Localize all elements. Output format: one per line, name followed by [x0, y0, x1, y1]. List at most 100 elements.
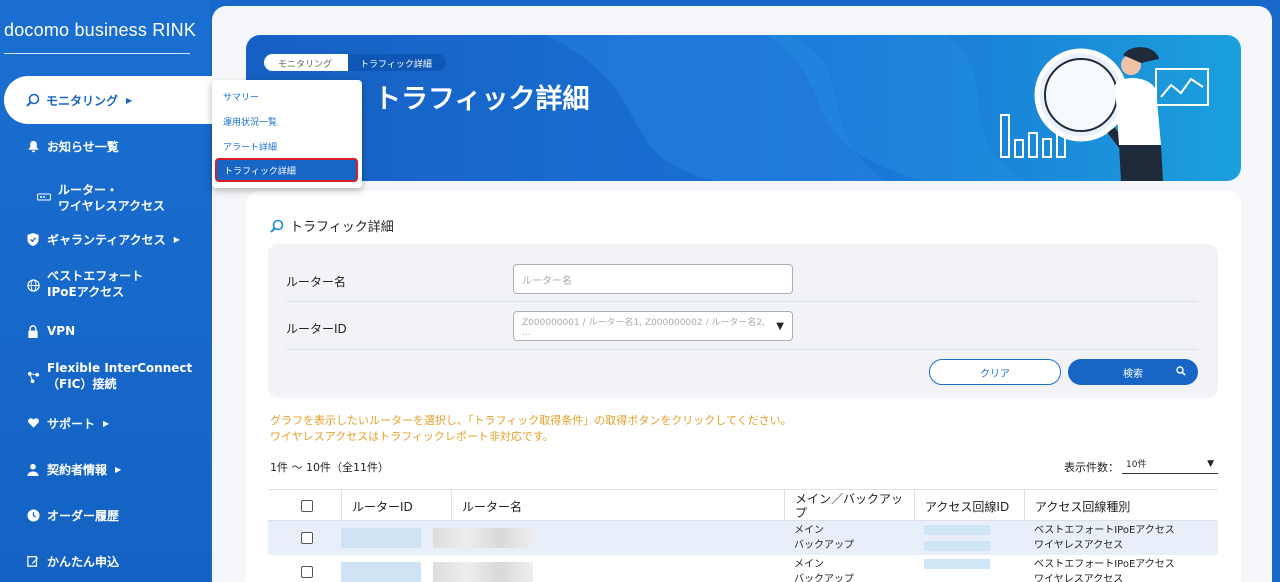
sidebar-item-order-history[interactable]: オーダー履歴: [25, 506, 235, 524]
access-line-id-redacted: [924, 559, 990, 569]
router-name-label: ルーター名: [286, 275, 347, 289]
select-all-checkbox[interactable]: [301, 500, 313, 512]
router-name-redacted: [433, 528, 533, 548]
traffic-detail-card: トラフィック詳細 ルーター名 ルーター名 ルーターID Z000000001 /…: [246, 191, 1241, 582]
sidebar-item-label-2: （FIC）接続: [47, 377, 117, 391]
page-title: トラフィック詳細: [374, 84, 590, 115]
table-row[interactable]: メイン バックアップ ベストエフォートIPoEアクセス ワイヤレスアクセス: [268, 521, 1218, 555]
sidebar-item-label: サポート: [47, 416, 96, 431]
card-title-text: トラフィック詳細: [290, 220, 394, 235]
access-line-id-redacted: [924, 525, 990, 535]
header-main-backup[interactable]: メイン／バックアップ: [784, 490, 914, 522]
sidebar-item-label: ギャランティアクセス: [47, 232, 166, 247]
breadcrumb: モニタリング トラフィック詳細: [264, 54, 446, 71]
access-line-id-redacted: [924, 541, 990, 551]
analytics-illustration: [1000, 47, 1209, 181]
router-id-redacted[interactable]: [341, 562, 421, 582]
notice-line-2: ワイヤレスアクセスはトラフィックレポート非対応です。: [270, 430, 554, 443]
router-table: ルーターID ルーター名 メイン／バックアップ アクセス回線ID アクセス回線種…: [268, 489, 1218, 582]
sidebar-item-label: Flexible InterConnect: [47, 361, 193, 375]
per-page-value: 10件: [1126, 460, 1147, 470]
sidebar-item-vpn[interactable]: VPN: [25, 322, 235, 340]
sidebar-item-label-2: IPoEアクセス: [47, 285, 125, 299]
chevron-right-icon: ▶: [103, 418, 110, 428]
filter-row-router-id: ルーターID Z000000001 / ルーター名1, Z000000002 /…: [286, 302, 1198, 350]
access-line-type: ワイヤレスアクセス: [1034, 540, 1124, 551]
chevron-right-icon: ▶: [126, 95, 133, 105]
per-page-label: 表示件数：: [1064, 461, 1119, 474]
sidebar-item-contract[interactable]: 契約者情報 ▶: [25, 460, 235, 478]
sidebar-item-support[interactable]: サポート ▶: [25, 414, 235, 432]
router-id-redacted[interactable]: [341, 528, 421, 548]
monitoring-submenu: サマリー 運用状況一覧 アラート詳細 トラフィック詳細: [212, 80, 362, 188]
card-title: トラフィック詳細: [270, 216, 394, 235]
header-access-line-id[interactable]: アクセス回線ID: [914, 490, 1024, 522]
table-row[interactable]: メイン バックアップ ベストエフォートIPoEアクセス ワイヤレスアクセス: [268, 555, 1218, 582]
backup-label: バックアップ: [794, 574, 854, 582]
caret-down-icon: ▼: [776, 320, 784, 332]
sidebar-item-label: 契約者情報: [47, 462, 108, 477]
sidebar-item-label: ルーター・: [58, 183, 119, 197]
router-id-label: ルーターID: [286, 322, 347, 336]
brand-divider: [4, 53, 190, 54]
heart-hand-icon: [25, 415, 41, 431]
sidebar-item-fic[interactable]: Flexible InterConnect （FIC）接続: [25, 360, 235, 394]
monitoring-search-icon: [270, 219, 284, 233]
result-count: 1件 〜 10件（全11件）: [270, 461, 389, 474]
globe-icon: [25, 277, 41, 293]
main-label: メイン: [794, 525, 824, 536]
sidebar-item-label: モニタリング: [46, 93, 119, 108]
access-line-type: ベストエフォートIPoEアクセス: [1034, 525, 1175, 536]
submenu-item-operation-status[interactable]: 運用状況一覧: [223, 115, 277, 128]
sidebar-item-guaranty[interactable]: ギャランティアクセス ▶: [25, 230, 235, 248]
sidebar-item-label: お知らせ一覧: [47, 139, 119, 154]
header-access-line-type[interactable]: アクセス回線種別: [1024, 490, 1218, 522]
breadcrumb-item-current: トラフィック詳細: [348, 54, 446, 71]
table-header: ルーターID ルーター名 メイン／バックアップ アクセス回線ID アクセス回線種…: [268, 489, 1218, 522]
router-id-select[interactable]: Z000000001 / ルーター名1, Z000000002 / ルーター名2…: [513, 311, 793, 341]
monitoring-search-icon: [26, 93, 40, 107]
bell-icon: [25, 138, 41, 154]
sidebar-item-besteffort[interactable]: ベストエフォート IPoEアクセス: [25, 268, 235, 302]
filter-panel: ルーター名 ルーター名 ルーターID Z000000001 / ルーター名1, …: [268, 244, 1218, 398]
sidebar-item-easy-apply[interactable]: かんたん申込: [25, 552, 235, 570]
access-line-type: ワイヤレスアクセス: [1034, 574, 1124, 582]
header-router-id[interactable]: ルーターID: [341, 490, 451, 522]
per-page-select[interactable]: 10件 ▼: [1122, 454, 1218, 474]
shield-icon: [25, 231, 41, 247]
filter-row-router-name: ルーター名 ルーター名: [286, 244, 1198, 302]
lock-icon: [25, 323, 41, 339]
main-label: メイン: [794, 559, 824, 570]
breadcrumb-item-monitoring[interactable]: モニタリング: [264, 54, 349, 71]
page-banner: モニタリング トラフィック詳細 トラフィック詳細: [246, 35, 1241, 181]
sidebar-item-label: VPN: [47, 324, 76, 338]
router-name-redacted: [433, 562, 533, 582]
submenu-item-alert-detail[interactable]: アラート詳細: [223, 140, 277, 153]
sidebar-item-label-2: ワイヤレスアクセス: [58, 199, 166, 213]
clock-icon: [25, 507, 41, 523]
submenu-item-summary[interactable]: サマリー: [223, 90, 259, 103]
row-checkbox[interactable]: [301, 532, 313, 544]
user-icon: [25, 461, 41, 477]
search-button[interactable]: 検索: [1068, 359, 1198, 385]
router-icon: [36, 189, 52, 205]
brand-logo: docomo business RINK: [4, 20, 197, 40]
header-router-name[interactable]: ルーター名: [451, 490, 784, 522]
backup-label: バックアップ: [794, 540, 854, 551]
chevron-right-icon: ▶: [115, 464, 122, 474]
sidebar-item-notifications[interactable]: お知らせ一覧: [25, 137, 235, 155]
edit-icon: [25, 553, 41, 569]
main-panel: モニタリング トラフィック詳細 トラフィック詳細 トラフィック詳細 ルーター名 …: [212, 6, 1272, 582]
router-name-input[interactable]: ルーター名: [513, 264, 793, 294]
sidebar-item-label: オーダー履歴: [47, 508, 120, 523]
sidebar-item-label: かんたん申込: [47, 554, 120, 569]
router-id-placeholder: Z000000001 / ルーター名1, Z000000002 / ルーター名2…: [522, 317, 765, 338]
search-icon: [1176, 366, 1186, 379]
network-icon: [25, 369, 41, 385]
caret-down-icon: ▼: [1207, 458, 1214, 469]
row-checkbox[interactable]: [301, 566, 313, 578]
sidebar-item-monitoring[interactable]: モニタリング ▶: [4, 76, 244, 124]
search-button-label: 検索: [1123, 368, 1143, 380]
submenu-item-traffic-detail[interactable]: トラフィック詳細: [215, 158, 358, 182]
clear-button[interactable]: クリア: [929, 359, 1061, 385]
